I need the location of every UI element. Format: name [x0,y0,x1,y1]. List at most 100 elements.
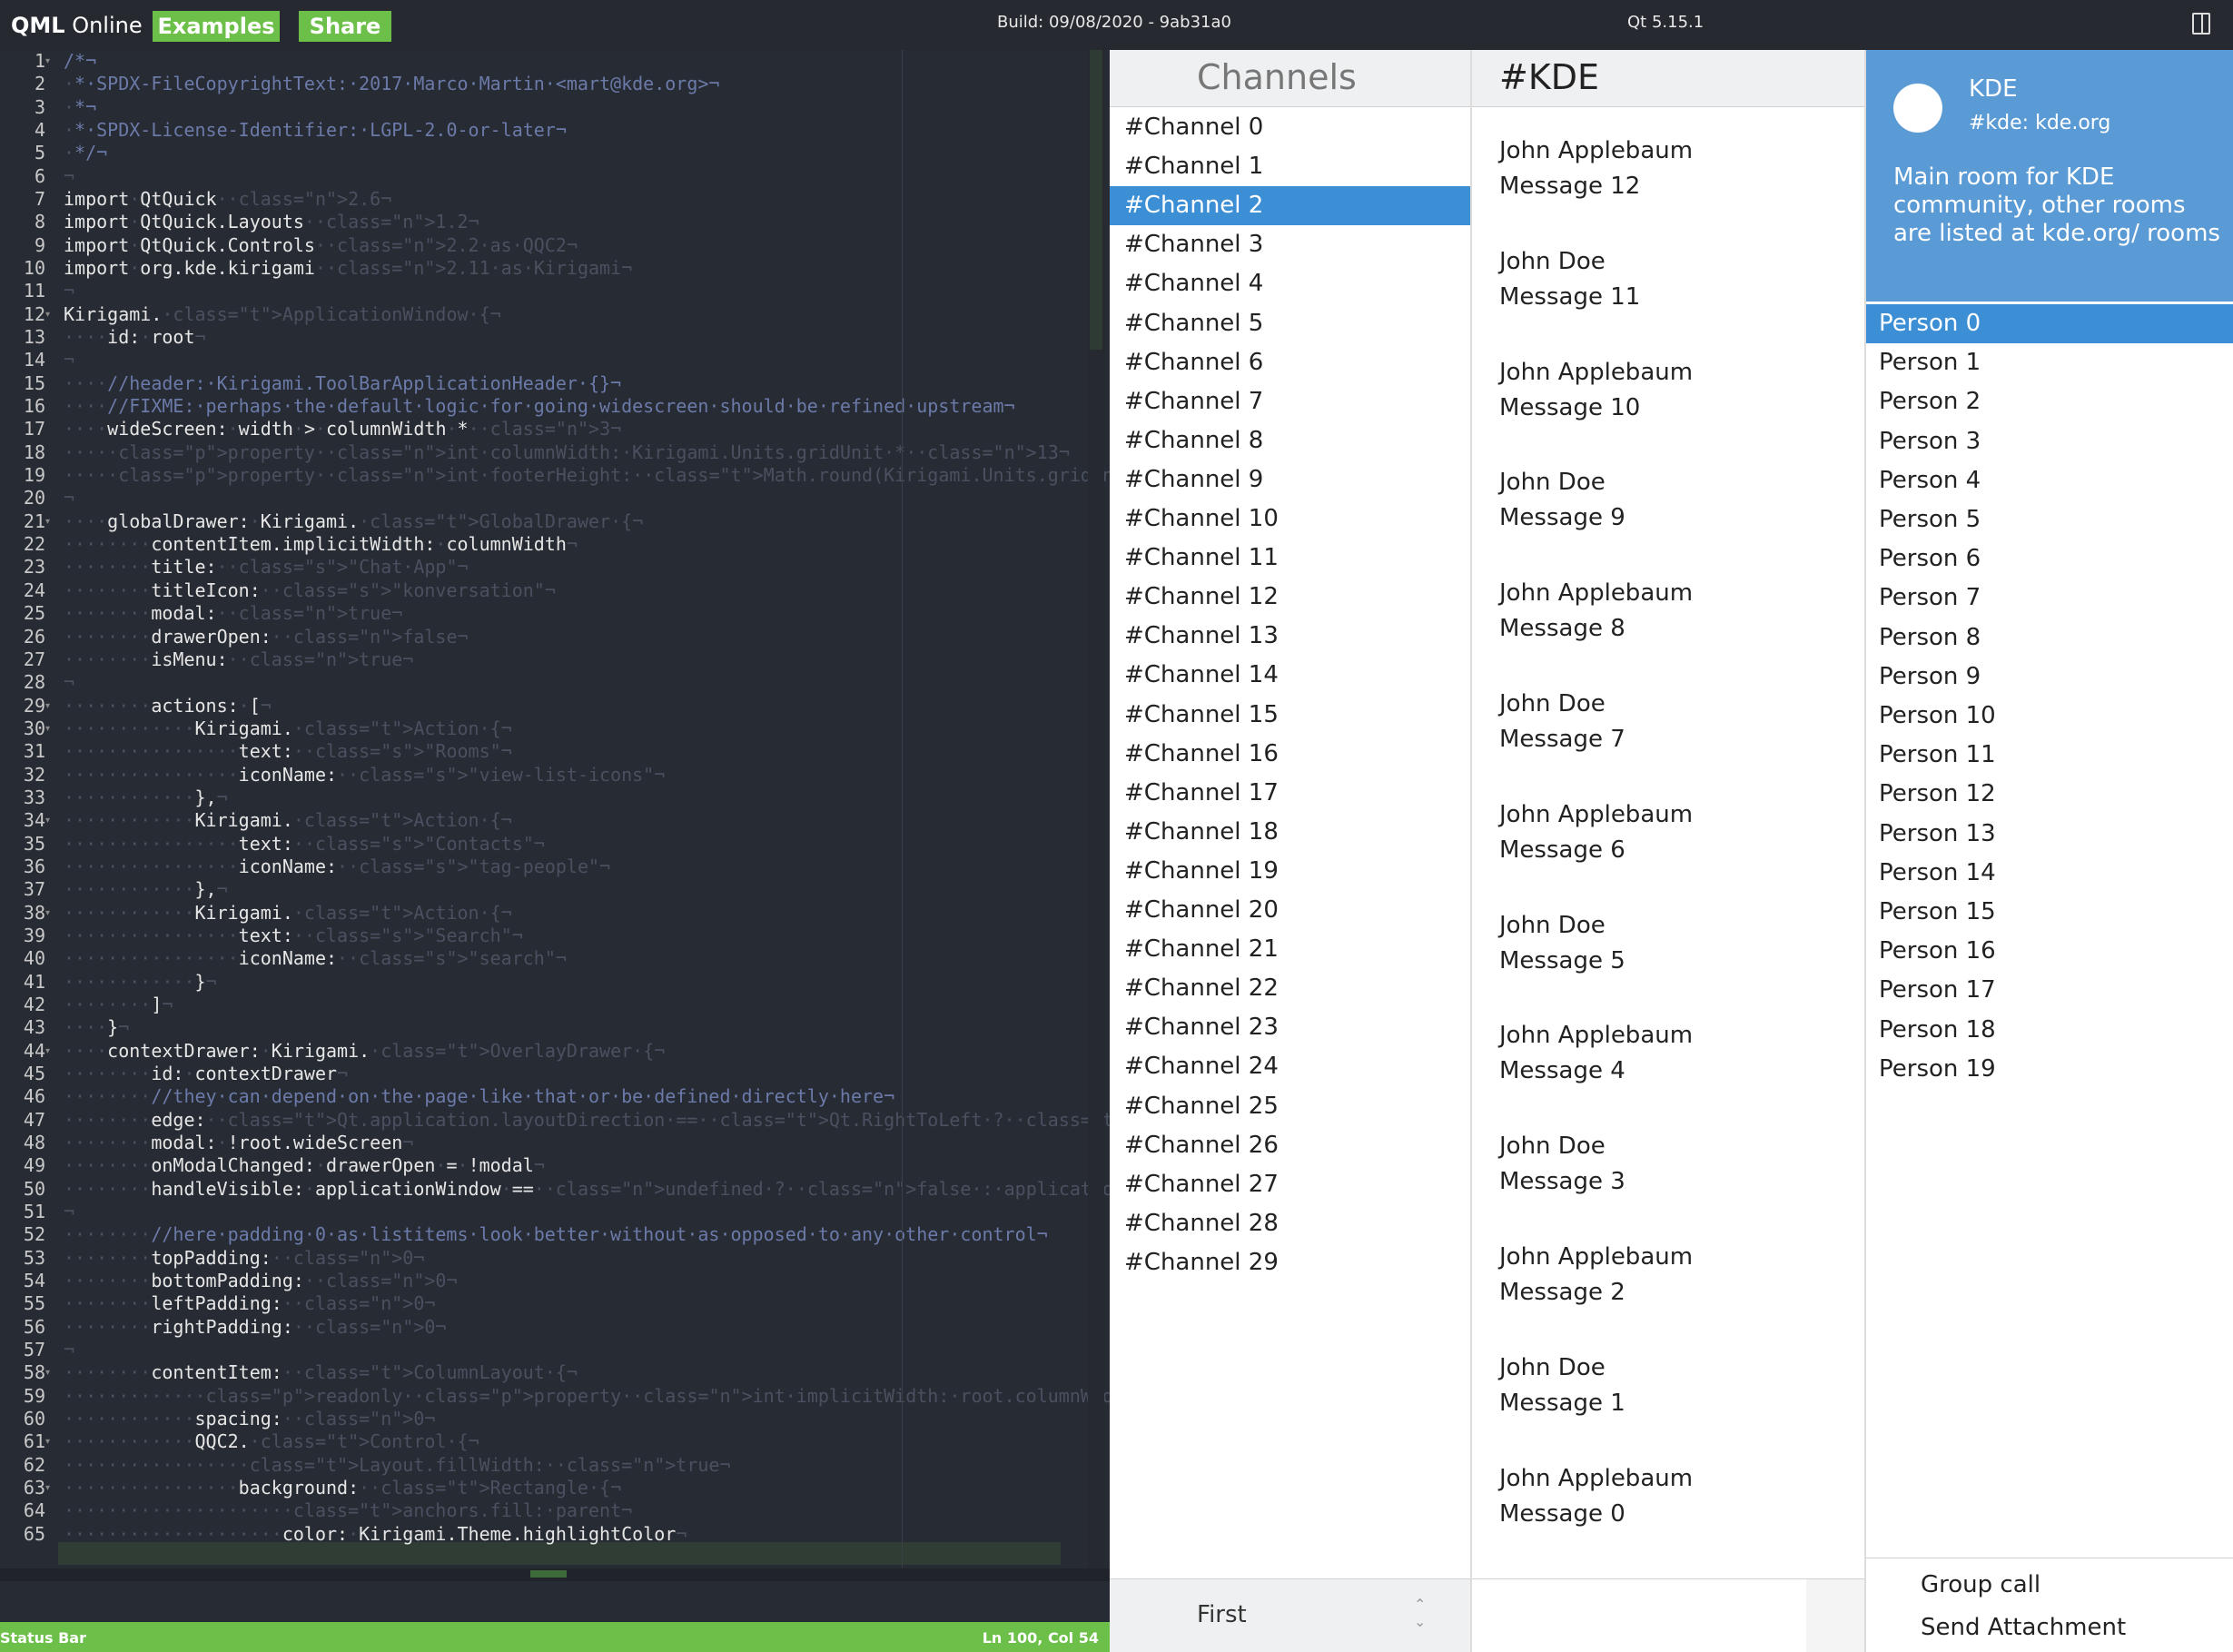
code-line[interactable]: ·····class="p">property··class="n">int·c… [64,441,1070,464]
fold-toggle-icon[interactable]: ▾ [45,908,50,918]
channel-item[interactable]: #Channel 13 [1110,617,1470,656]
code-line[interactable]: ············},¬ [64,878,228,901]
code-line[interactable]: ············Kirigami.·class="t">Action·{… [64,717,512,740]
code-line[interactable]: ················iconName:··class="s">"se… [64,947,567,970]
channel-item[interactable]: #Channel 14 [1110,656,1470,695]
code-line[interactable]: ·*/¬ [64,142,107,164]
code-line[interactable]: ········title:··class="s">"Chat·App"¬ [64,556,469,579]
code-line[interactable]: ········]¬ [64,994,173,1016]
fold-toggle-icon[interactable]: ▾ [45,1437,50,1447]
code-line[interactable]: ¬ [64,487,74,509]
person-item[interactable]: Person 10 [1866,697,2233,736]
editor-scroll-thumb[interactable] [1090,50,1102,350]
fold-toggle-icon[interactable]: ▾ [45,517,50,527]
fold-toggle-icon[interactable]: ▾ [45,816,50,826]
channel-item[interactable]: #Channel 23 [1110,1008,1470,1047]
code-line[interactable]: ········rightPadding:··class="n">0¬ [64,1316,446,1339]
code-line[interactable]: import·QtQuick.Layouts··class="n">1.2¬ [64,211,479,233]
channel-item[interactable]: #Channel 24 [1110,1047,1470,1086]
fold-toggle-icon[interactable]: ▾ [45,56,50,66]
person-item[interactable]: Person 5 [1866,500,2233,539]
code-area[interactable]: /*¬ ·*·SPDX-FileCopyrightText:·2017·Marco… [64,50,1110,1568]
code-line[interactable]: /*¬ [64,50,96,73]
fold-toggle-icon[interactable]: ▾ [45,310,50,320]
channel-item[interactable]: #Channel 5 [1110,304,1470,343]
code-line[interactable]: ·····class="p">property··class="n">int·f… [64,464,1110,487]
share-button[interactable]: Share [299,11,391,42]
code-line[interactable]: ············QQC2.·class="t">Control·{¬ [64,1430,479,1453]
code-line[interactable]: ·············class="p">readonly··class="… [64,1385,1110,1408]
code-line[interactable]: ¬ [64,349,74,371]
channel-item[interactable]: #Channel 26 [1110,1126,1470,1165]
channel-item[interactable]: #Channel 3 [1110,225,1470,264]
code-line[interactable]: ¬ [64,1339,74,1361]
person-item[interactable]: Person 2 [1866,382,2233,421]
channel-item[interactable]: #Channel 20 [1110,891,1470,930]
channel-item[interactable]: #Channel 2 [1110,186,1470,226]
split-view-icon[interactable] [2192,13,2210,35]
code-line[interactable]: ········edge:··class="t">Qt.application.… [64,1109,1110,1132]
code-line[interactable]: ············},¬ [64,786,228,809]
code-line[interactable]: ········handleVisible:·applicationWindow… [64,1178,1110,1201]
code-line[interactable]: ········actions:·[¬ [64,695,272,717]
channels-footer[interactable]: First ⌃ ⌄ [1110,1578,1470,1652]
up-down-icon[interactable]: ⌃ ⌄ [1414,1596,1426,1630]
person-item[interactable]: Person 12 [1866,775,2233,814]
code-line[interactable]: import·QtQuick··class="n">2.6¬ [64,188,391,211]
person-item[interactable]: Person 17 [1866,971,2233,1010]
code-line[interactable]: ········//they·can·depend·on·the·page·li… [64,1085,894,1108]
channel-item[interactable]: #Channel 10 [1110,500,1470,539]
code-line[interactable]: ················text:··class="s">"Rooms"… [64,740,512,763]
code-line[interactable]: ····}¬ [64,1016,129,1039]
channel-item[interactable]: #Channel 12 [1110,578,1470,617]
fold-toggle-icon[interactable]: ▾ [45,701,50,711]
channel-item[interactable]: #Channel 16 [1110,735,1470,774]
code-line[interactable]: ········titleIcon:··class="s">"konversat… [64,579,556,602]
channel-item[interactable]: #Channel 28 [1110,1204,1470,1243]
person-item[interactable]: Person 16 [1866,932,2233,971]
fold-toggle-icon[interactable]: ▾ [45,1368,50,1378]
channel-item[interactable]: #Channel 1 [1110,147,1470,186]
code-line[interactable]: ····contextDrawer:·Kirigami.·class="t">O… [64,1040,665,1063]
code-line[interactable]: ········contentItem.implicitWidth:·colum… [64,533,578,556]
code-line[interactable]: ·*·SPDX-License-Identifier:·LGPL-2.0-or-… [64,119,567,142]
code-line[interactable]: ············Kirigami.·class="t">Action·{… [64,902,512,925]
code-line[interactable]: ····wideScreen:·width·>·columnWidth·*··c… [64,418,621,440]
code-line[interactable]: ········modal:·!root.wideScreen¬ [64,1132,413,1154]
person-item[interactable]: Person 6 [1866,539,2233,579]
channel-item[interactable]: #Channel 22 [1110,969,1470,1008]
channel-item[interactable]: #Channel 8 [1110,421,1470,460]
code-line[interactable]: ········drawerOpen:··class="n">false¬ [64,626,469,648]
code-line[interactable]: ········bottomPadding:··class="n">0¬ [64,1270,458,1292]
code-line[interactable]: ·*¬ [64,96,96,119]
person-item[interactable]: Person 0 [1866,304,2233,343]
person-item[interactable]: Person 4 [1866,461,2233,500]
examples-button[interactable]: Examples [153,11,280,42]
channel-item[interactable]: #Channel 27 [1110,1165,1470,1204]
code-line[interactable]: ········modal:··class="n">true¬ [64,602,402,625]
code-line[interactable]: ····globalDrawer:·Kirigami.·class="t">Gl… [64,510,643,533]
code-line[interactable]: ········leftPadding:··class="n">0¬ [64,1292,435,1315]
code-line[interactable]: ········onModalChanged:·drawerOpen·=·!mo… [64,1154,545,1177]
person-item[interactable]: Person 13 [1866,815,2233,854]
code-line[interactable]: ············spacing:··class="n">0¬ [64,1408,435,1430]
code-line[interactable]: ········topPadding:··class="n">0¬ [64,1247,424,1270]
code-line[interactable]: ················background:··class="t">R… [64,1477,621,1499]
channel-item[interactable]: #Channel 19 [1110,852,1470,891]
message-input[interactable] [1472,1578,1864,1652]
code-line[interactable]: ················iconName:··class="s">"ta… [64,856,610,878]
channel-item[interactable]: #Channel 15 [1110,696,1470,735]
code-line[interactable]: ·*·SPDX-FileCopyrightText:·2017·Marco·Ma… [64,73,719,95]
channel-item[interactable]: #Channel 9 [1110,460,1470,500]
person-item[interactable]: Person 9 [1866,658,2233,697]
code-line[interactable]: ········//here·padding·0·as·listitems·lo… [64,1223,1048,1246]
code-line[interactable]: ¬ [64,1201,74,1223]
fold-toggle-icon[interactable]: ▾ [45,724,50,734]
person-item[interactable]: Person 15 [1866,893,2233,932]
code-line[interactable]: ········contentItem:··class="t">ColumnLa… [64,1361,578,1384]
code-line[interactable]: ············}¬ [64,971,217,994]
code-line[interactable]: ················text:··class="s">"Search… [64,925,523,947]
person-item[interactable]: Person 14 [1866,854,2233,893]
message-input-side[interactable] [1806,1579,1864,1652]
first-selector[interactable]: First [1197,1601,1247,1628]
